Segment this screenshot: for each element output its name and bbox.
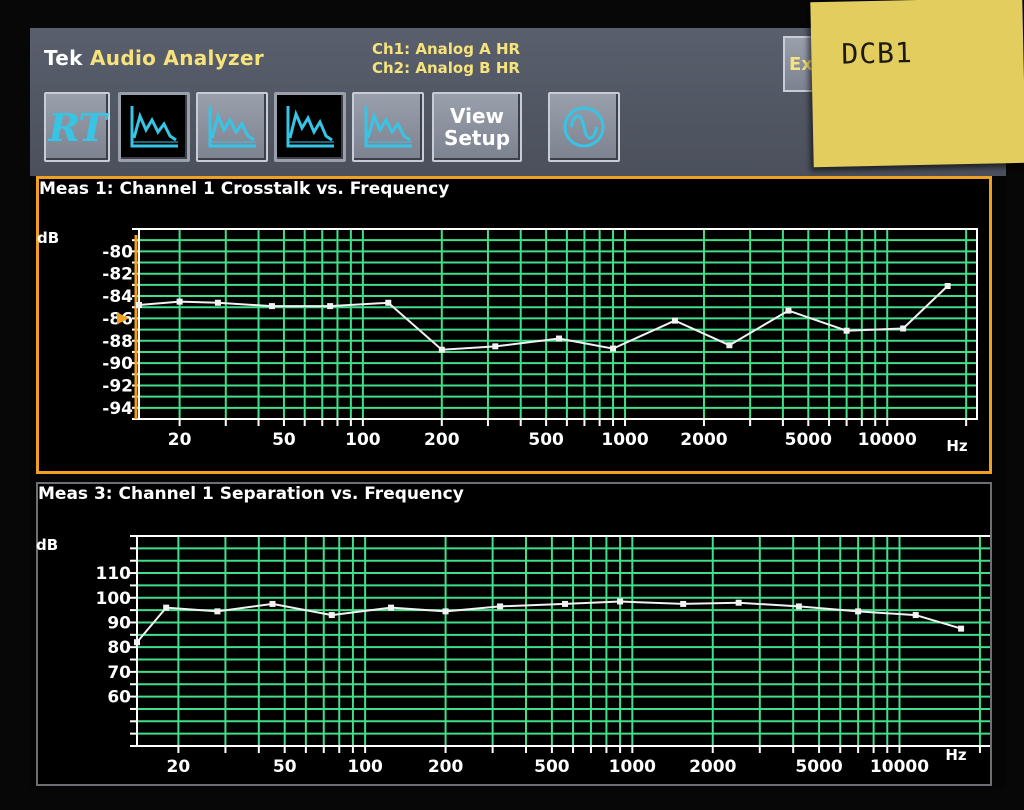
spectrum-graph-icon bbox=[364, 106, 412, 148]
app-name: Audio Analyzer bbox=[90, 46, 264, 70]
x-tick-label: 5000 bbox=[795, 757, 842, 777]
x-tick-label: 2000 bbox=[680, 430, 727, 450]
x-tick-label: 5000 bbox=[785, 430, 832, 450]
x-tick-label: 500 bbox=[534, 757, 570, 777]
data-point bbox=[726, 342, 733, 349]
data-point bbox=[735, 599, 742, 606]
data-point bbox=[617, 598, 624, 605]
y-tick-label: -92 bbox=[102, 376, 133, 396]
x-unit-label: Hz bbox=[946, 437, 968, 455]
plot-frame bbox=[136, 535, 990, 747]
x-tick-label: 500 bbox=[528, 430, 564, 450]
data-point bbox=[176, 298, 183, 305]
data-point bbox=[327, 303, 334, 310]
spectrum-graph-icon bbox=[130, 106, 178, 148]
realtime-button[interactable]: RT bbox=[44, 92, 110, 162]
separation-chart: 60 70 80 90 100 110 20 50 100 200 500 1000 2000 5000 1… bbox=[96, 535, 990, 777]
y-tick-label: -80 bbox=[102, 242, 133, 262]
data-point bbox=[136, 302, 142, 308]
x-tick-label: 100 bbox=[345, 430, 381, 450]
crosstalk-chart: -80-82-84-86-88-90-92-942050100200500100… bbox=[102, 228, 978, 455]
channel-1-label: Ch1: Analog A HR bbox=[372, 40, 521, 58]
realtime-label: RT bbox=[48, 104, 106, 150]
generator-button[interactable] bbox=[548, 92, 620, 162]
y-tick-label: -84 bbox=[102, 287, 133, 307]
x-tick-label: 20 bbox=[167, 757, 191, 777]
data-point bbox=[497, 603, 504, 610]
data-point bbox=[562, 600, 569, 607]
data-point bbox=[385, 299, 392, 306]
spectrum-graph-icon bbox=[208, 106, 256, 148]
data-point bbox=[269, 600, 276, 607]
x-tick-label: 10000 bbox=[858, 430, 917, 450]
channel-2-label: Ch2: Analog B HR bbox=[372, 59, 520, 77]
data-point bbox=[556, 335, 563, 342]
meas-3-view-button[interactable] bbox=[274, 92, 346, 162]
app-brand: Tek bbox=[44, 46, 83, 70]
x-tick-label: 20 bbox=[168, 430, 192, 450]
data-point bbox=[785, 307, 792, 314]
data-point bbox=[680, 600, 687, 607]
data-point bbox=[163, 604, 170, 611]
meas-1-view-button[interactable] bbox=[118, 92, 190, 162]
view-setup-line2: Setup bbox=[443, 126, 511, 150]
data-point bbox=[944, 283, 951, 289]
data-point bbox=[438, 346, 445, 353]
x-unit-label: Hz bbox=[945, 746, 967, 764]
y-tick-label: -94 bbox=[102, 399, 133, 419]
data-point bbox=[843, 327, 850, 334]
y-tick-label: -90 bbox=[102, 354, 133, 374]
y-tick-label: 60 bbox=[107, 688, 131, 708]
data-point bbox=[442, 608, 449, 615]
data-point bbox=[795, 603, 802, 610]
data-point bbox=[492, 343, 499, 350]
x-tick-label: 200 bbox=[424, 430, 460, 450]
spectrum-graph-icon bbox=[286, 106, 334, 148]
x-tick-label: 50 bbox=[273, 757, 297, 777]
view-setup-button[interactable]: View Setup bbox=[432, 92, 522, 162]
app-title: Tek Audio Analyzer bbox=[44, 46, 264, 70]
data-point bbox=[671, 317, 678, 324]
data-point bbox=[610, 345, 617, 352]
sine-wave-icon bbox=[563, 106, 605, 148]
sticky-note-text: DCB1 bbox=[841, 36, 914, 71]
x-tick-label: 2000 bbox=[689, 757, 736, 777]
x-tick-label: 1000 bbox=[601, 430, 648, 450]
data-point bbox=[214, 299, 221, 306]
data-point bbox=[958, 625, 965, 632]
data-point bbox=[855, 608, 862, 615]
measurement-panel-3[interactable]: Meas 3: Channel 1 Separation vs. Frequen… bbox=[36, 482, 992, 786]
x-tick-label: 50 bbox=[272, 430, 296, 450]
meas-4-view-button[interactable] bbox=[352, 92, 424, 162]
sticky-note: DCB1 bbox=[810, 0, 1024, 168]
meas-2-view-button[interactable] bbox=[196, 92, 268, 162]
plot-frame bbox=[138, 228, 978, 420]
x-tick-label: 100 bbox=[347, 757, 383, 777]
channel-info: Ch1: Analog A HR Ch2: Analog B HR bbox=[372, 40, 520, 78]
y-tick-label: 80 bbox=[107, 638, 131, 658]
y-tick-label: -88 bbox=[102, 332, 133, 352]
y-tick-label: -82 bbox=[102, 265, 133, 285]
data-point bbox=[328, 612, 335, 619]
x-tick-label: 10000 bbox=[870, 757, 929, 777]
view-setup-line1: View bbox=[449, 104, 505, 128]
y-tick-label: 90 bbox=[107, 613, 131, 633]
y-tick-label: 100 bbox=[96, 589, 132, 609]
view-setup-label: View Setup bbox=[444, 105, 510, 149]
data-point bbox=[388, 604, 395, 611]
x-tick-label: 200 bbox=[428, 757, 464, 777]
y-tick-label: 70 bbox=[107, 663, 131, 683]
data-point bbox=[912, 612, 919, 619]
data-point bbox=[214, 608, 221, 615]
measurement-panel-1[interactable]: Meas 1: Channel 1 Crosstalk vs. Frequenc… bbox=[36, 176, 992, 474]
y-tick-label: 110 bbox=[96, 564, 132, 584]
data-point bbox=[900, 325, 907, 332]
data-point bbox=[268, 303, 275, 310]
data-point bbox=[134, 639, 140, 646]
x-tick-label: 1000 bbox=[609, 757, 656, 777]
